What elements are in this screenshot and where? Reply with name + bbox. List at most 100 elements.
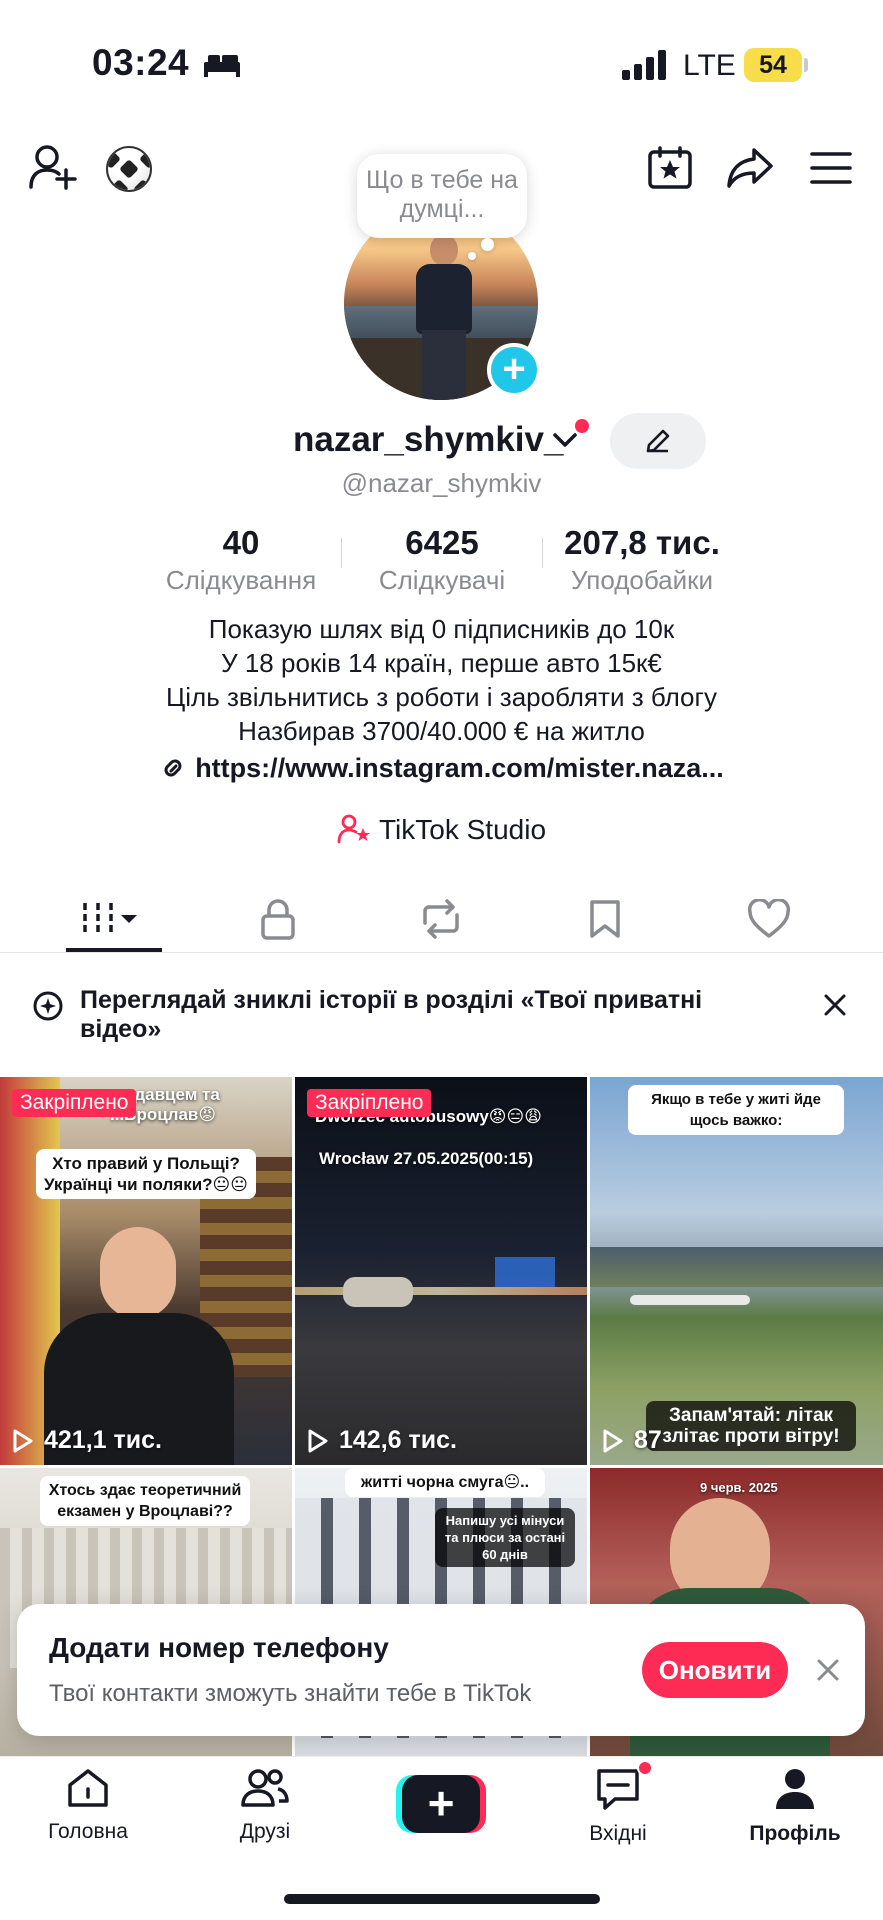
video-caption: Напишу усі мінуси та плюси за остані 60 … <box>435 1508 575 1567</box>
bio-line: Ціль звільнитись з роботи і заробляти з … <box>166 682 717 712</box>
view-count: 87 <box>602 1426 662 1455</box>
stat-label: Уподобайки <box>570 565 714 595</box>
profile-icon <box>776 1769 814 1809</box>
chevron-down-icon[interactable] <box>552 430 578 450</box>
stat-label: Слідкувачі <box>378 565 506 595</box>
user-handle: @nazar_shymkiv <box>341 468 542 498</box>
create-button[interactable]: + <box>396 1775 486 1833</box>
video-tile[interactable]: ...одавцем та ...Вроцлав😡 Закріплено Хто… <box>0 1077 292 1465</box>
video-caption: Хто правий у Польщі? Українці чи поляки?… <box>36 1149 256 1199</box>
notification-dot <box>575 419 589 433</box>
bubble-tail-small <box>468 252 476 260</box>
sleep-focus-icon <box>204 55 240 77</box>
edit-profile-button[interactable] <box>610 413 706 469</box>
inbox-icon <box>597 1769 639 1810</box>
card-subtitle: Твої контакти зможуть знайти тебе в TikT… <box>49 1680 532 1707</box>
close-icon[interactable] <box>814 1656 842 1684</box>
share-icon[interactable] <box>726 146 774 190</box>
banner-text: Переглядай зниклі історії в розділі «Тво… <box>80 986 703 1043</box>
video-caption-top: Якщо в тебе у житі йде щось важко: <box>628 1085 844 1135</box>
nav-inbox[interactable]: Вхідні <box>548 1767 688 1846</box>
add-story-button[interactable]: + <box>487 343 541 397</box>
link-icon <box>164 759 182 777</box>
view-count: 421,1 тис. <box>12 1426 162 1455</box>
battery-tip <box>804 58 808 72</box>
active-tab-indicator <box>66 948 162 952</box>
grid-icon <box>83 903 137 935</box>
video-caption: Хтось здає теоретичний екзамен у Вроцлав… <box>40 1476 250 1526</box>
nav-label: Вхідні <box>589 1822 647 1845</box>
sparkle-icon <box>33 991 63 1021</box>
tab-videos[interactable] <box>59 885 169 953</box>
video-caption: Wrocław 27.05.2025(00:15) <box>319 1149 534 1168</box>
update-button[interactable]: Оновити <box>642 1642 788 1698</box>
nav-label: Друзі <box>239 1820 291 1843</box>
home-indicator[interactable] <box>284 1894 600 1904</box>
view-count-text: 87 <box>634 1426 662 1454</box>
view-count-text: 421,1 тис. <box>44 1426 162 1454</box>
pinned-badge: Закріплено <box>12 1089 137 1117</box>
tab-liked[interactable] <box>714 885 824 953</box>
inbox-notification-dot <box>637 1760 653 1776</box>
status-bar: 03:24 LTE 54 <box>0 0 883 110</box>
plus-icon: + <box>402 1775 480 1833</box>
video-caption-bottom: Запам'ятай: літак злітає проти вітру! <box>646 1401 856 1451</box>
nav-friends[interactable]: Друзі <box>195 1767 335 1844</box>
close-icon[interactable] <box>820 990 850 1020</box>
battery-indicator: 54 <box>744 48 802 82</box>
username-row: nazar_shymkiv_ <box>0 418 883 466</box>
video-overlay-text: житті чорна смуга😐.. <box>345 1468 545 1497</box>
status-time: 03:24 <box>92 42 190 83</box>
pencil-icon <box>646 429 670 453</box>
stat-likes[interactable]: 207,8 тис. Уподобайки <box>556 522 728 596</box>
bio-line: У 18 років 14 країн, перше авто 15к€ <box>221 648 662 678</box>
bio-link-text[interactable]: https://www.instagram.com/mister.naza... <box>195 753 724 783</box>
stat-label: Слідкування <box>165 565 317 595</box>
bio-line: Показую шлях від 0 підписників до 10к <box>208 614 675 644</box>
profile-stats: 40 Слідкування 6425 Слідкувачі 207,8 тис… <box>0 522 883 595</box>
menu-icon[interactable] <box>810 150 852 186</box>
stories-banner[interactable]: Переглядай зниклі історії в розділі «Тво… <box>0 968 883 1072</box>
bio-line: Назбирав 3700/40.000 € на житло <box>238 716 645 746</box>
nav-label: Головна <box>48 1820 128 1843</box>
video-tile[interactable]: Dworzec autobusowy😡😑😩 Wrocław 27.05.2025… <box>295 1077 587 1465</box>
card-title: Додати номер телефону <box>49 1632 389 1663</box>
heart-icon <box>747 899 791 938</box>
view-count: 142,6 тис. <box>307 1426 457 1455</box>
add-friend-icon[interactable] <box>28 144 78 190</box>
stat-following[interactable]: 40 Слідкування <box>160 522 322 596</box>
tab-reposts[interactable] <box>386 885 496 953</box>
nav-label: Профіль <box>749 1822 841 1845</box>
studio-icon <box>337 814 370 844</box>
stat-value: 207,8 тис. <box>564 524 720 561</box>
stat-divider <box>542 538 543 568</box>
friends-icon <box>241 1769 289 1807</box>
nav-profile[interactable]: Профіль <box>725 1767 865 1846</box>
username[interactable]: nazar_shymkiv_ <box>293 420 563 460</box>
tab-favorites[interactable] <box>550 885 660 953</box>
view-count-text: 142,6 тис. <box>339 1426 457 1454</box>
calendar-star-icon[interactable] <box>647 146 693 190</box>
tiktok-studio-link[interactable]: TikTok Studio <box>0 814 883 846</box>
soccer-ball-icon[interactable] <box>106 146 152 192</box>
video-date: 9 черв. 2025 <box>700 1480 778 1495</box>
studio-label[interactable]: TikTok Studio <box>379 814 546 845</box>
play-icon <box>13 1429 33 1452</box>
stat-value: 40 <box>222 524 260 561</box>
video-overlay-text: ...одавцем та ...Вроцлав😡 <box>110 1085 220 1124</box>
bookmark-icon <box>590 900 620 938</box>
pinned-badge: Закріплено <box>307 1089 432 1117</box>
repost-icon <box>423 899 459 939</box>
tab-private[interactable] <box>223 885 333 953</box>
bio: Показую шлях від 0 підписників до 10к У … <box>0 612 883 748</box>
signal-icon <box>622 50 666 80</box>
content-tabs <box>0 885 883 953</box>
bio-link[interactable]: https://www.instagram.com/mister.naza... <box>0 753 883 784</box>
stat-followers[interactable]: 6425 Слідкувачі <box>372 522 512 596</box>
stat-divider <box>341 538 342 568</box>
video-tile[interactable]: Якщо в тебе у житі йде щось важко: Запам… <box>590 1077 883 1465</box>
stat-value: 6425 <box>405 524 479 561</box>
thought-bubble[interactable]: Що в тебе на думці... <box>357 154 527 238</box>
nav-home[interactable]: Головна <box>18 1767 158 1844</box>
play-icon <box>603 1429 623 1452</box>
